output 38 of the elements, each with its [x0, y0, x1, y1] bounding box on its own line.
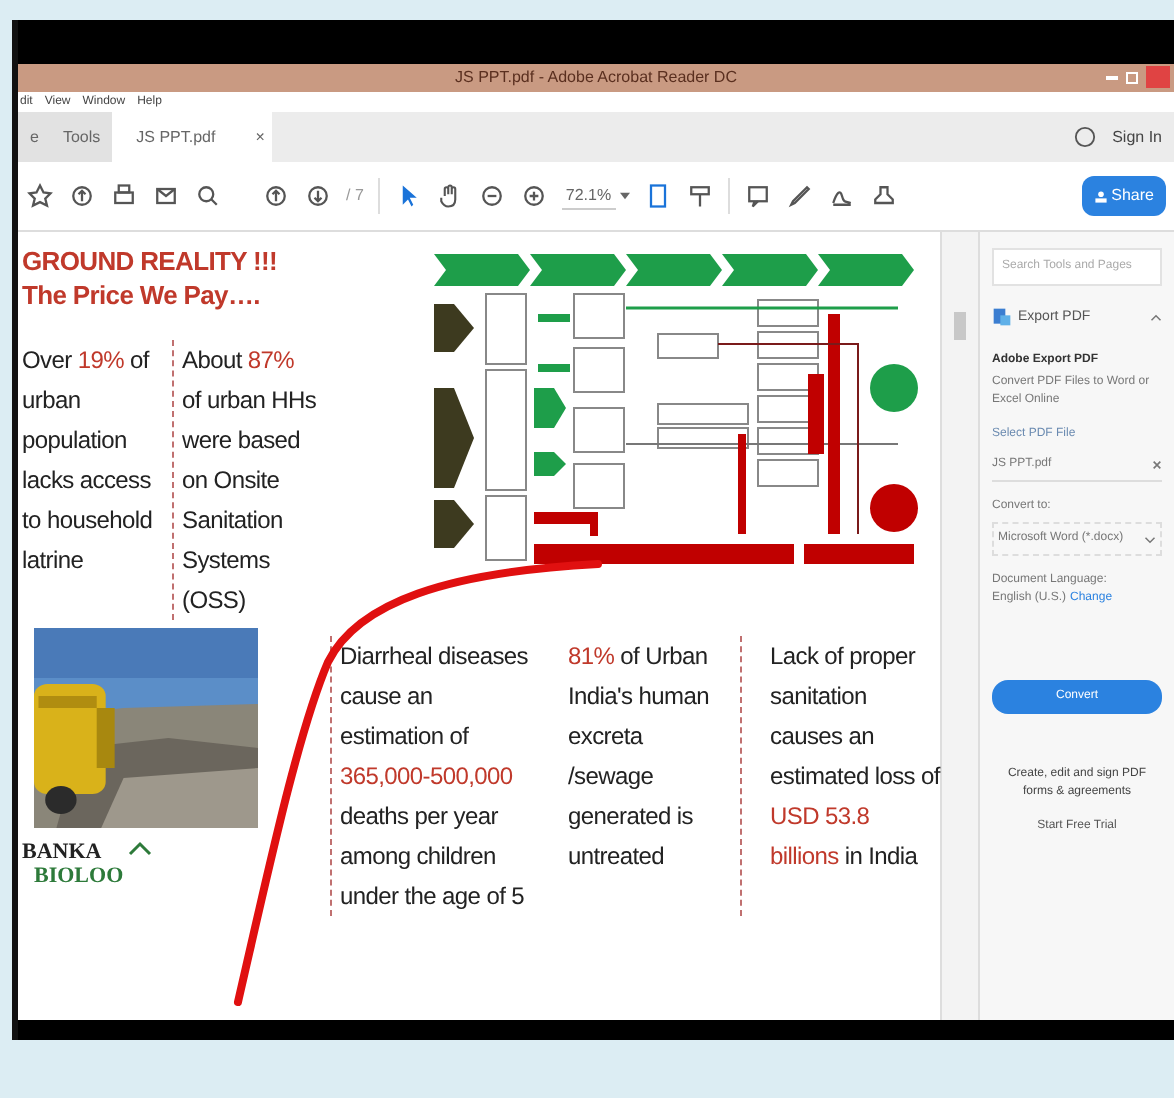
page-count: / 7	[346, 184, 364, 208]
clear-icon[interactable]	[1152, 460, 1162, 470]
search-icon[interactable]	[194, 182, 222, 210]
window-title: JS PPT.pdf - Adobe Acrobat Reader DC	[455, 66, 737, 90]
chevron-down-icon[interactable]	[1144, 535, 1156, 543]
user-icon	[1093, 189, 1108, 203]
scrollbar[interactable]	[940, 232, 980, 1020]
zoom-dropdown[interactable]: 72.1%	[561, 183, 616, 209]
tab[interactable]: JS PPT.pdf ×	[112, 112, 273, 162]
tab[interactable]: Tools	[50, 112, 113, 162]
fact-text: 81% of Urban India's human excreta /sewage generated is untreated	[568, 640, 711, 874]
pen-icon[interactable]	[785, 182, 814, 210]
chevron-up-icon[interactable]	[1150, 313, 1162, 321]
star-icon[interactable]	[26, 182, 54, 210]
help-icon[interactable]	[1074, 126, 1097, 148]
tab[interactable]: e	[18, 112, 51, 162]
sign-in-link[interactable]: Sign In	[1112, 125, 1162, 149]
slide-heading: The Price We Pay….	[22, 278, 262, 312]
slide-heading: GROUND REALITY !!!	[22, 244, 280, 278]
stamp-icon[interactable]	[869, 182, 898, 210]
fact-text: About 87% of urban HHs were based on Onsite Sanitation Systems (OSS)	[182, 344, 318, 618]
fact-text: Diarrheal diseases cause an estimation of 365,000-500,000 deaths per year among children under the age of 5	[340, 640, 530, 914]
zoom-in-icon[interactable]	[519, 182, 548, 210]
close-tab-icon[interactable]: ×	[255, 125, 265, 149]
print-icon[interactable]	[110, 182, 138, 210]
export-pdf-icon	[992, 306, 1012, 328]
arrow-down-circle-icon[interactable]	[304, 182, 332, 210]
fact-text: Lack of proper sanitation causes an estimated loss of USD 53.8 billions in India	[770, 640, 942, 874]
fact-text: Over 19% of urban population lacks access to household latrine	[22, 340, 174, 620]
upload-icon[interactable]	[68, 182, 96, 210]
logo: BANKA BIOLOO	[22, 840, 318, 888]
arrow-up-circle-icon[interactable]	[262, 182, 290, 210]
comment-icon[interactable]	[743, 182, 772, 210]
mail-icon[interactable]	[152, 182, 180, 210]
zoom-out-icon[interactable]	[477, 182, 506, 210]
ruler-icon[interactable]	[685, 182, 714, 210]
share-button[interactable]: Share	[1081, 176, 1166, 216]
caret-icon[interactable]	[619, 192, 630, 200]
